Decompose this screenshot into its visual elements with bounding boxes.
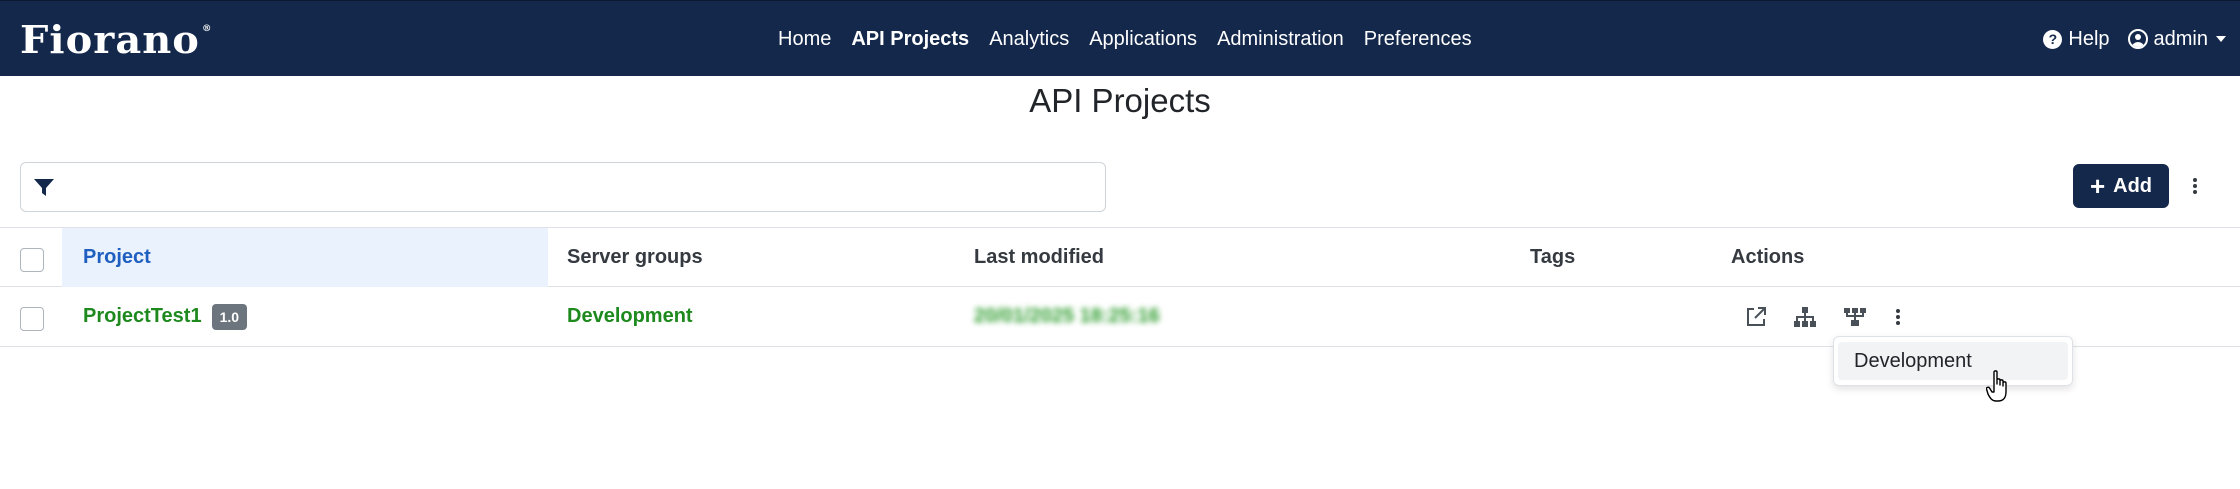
project-cell: ProjectTest1 1.0 bbox=[83, 287, 248, 346]
last-modified-value: 20/01/2025 18:25:16 bbox=[974, 305, 1160, 327]
plus-icon: + bbox=[2089, 171, 2106, 201]
dropdown-item-development[interactable]: Development bbox=[1838, 342, 2068, 380]
server-group-dropdown: Development bbox=[1833, 336, 2073, 386]
user-label: admin bbox=[2153, 27, 2208, 50]
deploy-icon[interactable] bbox=[1843, 305, 1867, 329]
user-menu[interactable]: admin bbox=[2127, 27, 2226, 51]
caret-down-icon bbox=[2216, 36, 2226, 42]
select-all-checkbox[interactable] bbox=[20, 248, 44, 272]
nav-administration[interactable]: Administration bbox=[1217, 28, 1344, 51]
version-badge: 1.0 bbox=[211, 303, 248, 330]
row-checkbox[interactable] bbox=[20, 307, 44, 331]
header-actions: Actions bbox=[1731, 246, 1805, 268]
help-label: Help bbox=[2068, 27, 2110, 50]
header-project[interactable]: Project bbox=[83, 228, 151, 287]
nav-analytics[interactable]: Analytics bbox=[989, 28, 1069, 51]
row-more-menu-icon[interactable] bbox=[1892, 309, 1904, 325]
page-title: API Projects bbox=[1029, 82, 1211, 119]
sitemap-icon[interactable] bbox=[1793, 305, 1817, 329]
open-external-icon[interactable] bbox=[1744, 305, 1768, 329]
hand-pointer-icon bbox=[1986, 370, 2007, 402]
top-navbar: Fiorano ® Home API Projects Analytics App… bbox=[0, 0, 2240, 76]
table-header-row: Project Server groups Last modified Tags… bbox=[0, 227, 2240, 287]
add-label: Add bbox=[2113, 174, 2153, 197]
logo-text: Fiorano bbox=[20, 16, 200, 62]
project-name-link[interactable]: ProjectTest1 bbox=[83, 305, 202, 328]
nav-right: ? Help admin bbox=[2025, 1, 2226, 77]
nav-preferences[interactable]: Preferences bbox=[1364, 28, 1472, 51]
nav-home[interactable]: Home bbox=[778, 28, 831, 51]
question-circle-icon: ? bbox=[2043, 29, 2063, 49]
page-more-menu-icon[interactable] bbox=[2189, 178, 2201, 194]
projects-table: Project Server groups Last modified Tags… bbox=[0, 227, 2240, 347]
nav-api-projects[interactable]: API Projects bbox=[851, 28, 969, 51]
main-nav: Home API Projects Analytics Applications… bbox=[778, 1, 1492, 77]
filter-input[interactable] bbox=[20, 162, 1106, 212]
nav-applications[interactable]: Applications bbox=[1089, 28, 1197, 51]
last-modified-cell: 20/01/2025 18:25:16 bbox=[974, 287, 1160, 346]
header-tags[interactable]: Tags bbox=[1530, 228, 1575, 287]
user-circle-icon bbox=[2127, 29, 2148, 49]
fiorano-logo[interactable]: Fiorano ® bbox=[20, 16, 213, 62]
filter-icon bbox=[34, 179, 54, 196]
registered-mark: ® bbox=[202, 24, 213, 34]
header-last-modified[interactable]: Last modified bbox=[974, 228, 1104, 287]
header-server-groups[interactable]: Server groups bbox=[567, 228, 703, 287]
add-project-button[interactable]: + Add bbox=[2073, 164, 2169, 208]
help-link[interactable]: ? Help bbox=[2043, 27, 2110, 51]
server-group-cell[interactable]: Development bbox=[567, 287, 693, 346]
